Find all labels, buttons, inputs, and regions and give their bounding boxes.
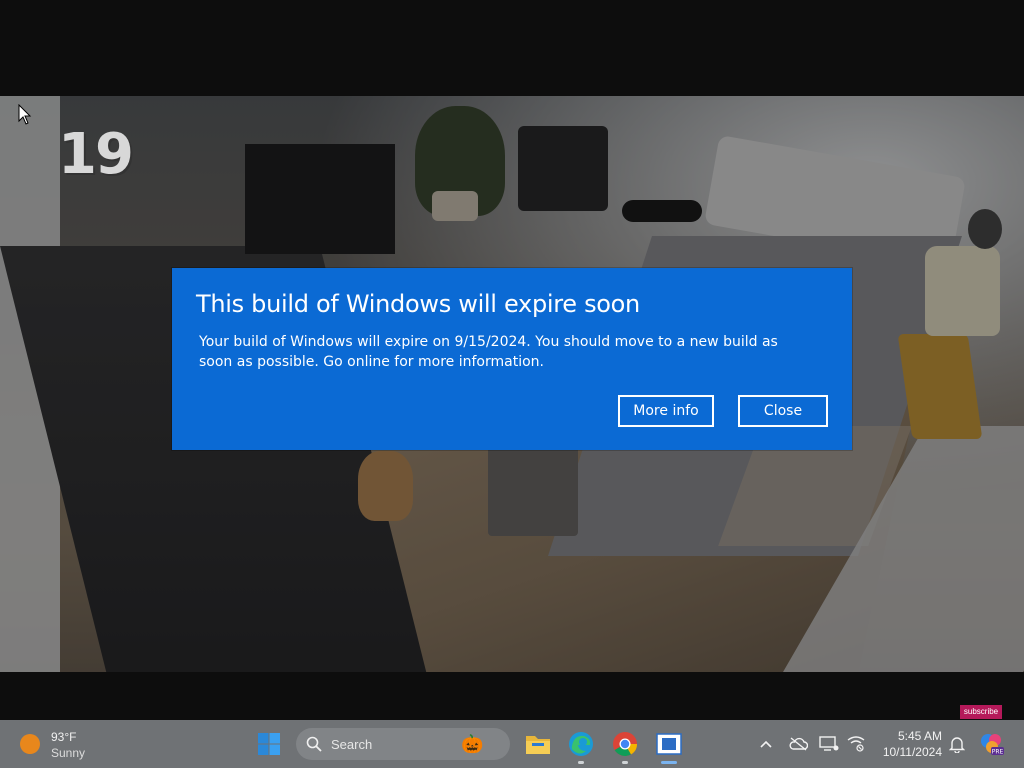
video-timestamp-overlay: 19	[58, 122, 134, 187]
taskbar-search-box[interactable]: Search 🎃	[296, 728, 510, 760]
window-icon	[656, 733, 682, 755]
clock-date: 10/11/2024	[882, 745, 942, 759]
pumpkin-icon: 🎃	[461, 734, 484, 754]
close-button[interactable]: Close	[738, 395, 828, 427]
weather-condition: Sunny	[51, 746, 86, 760]
svg-text:PRE: PRE	[992, 749, 1004, 756]
search-icon	[306, 736, 322, 752]
system-clock[interactable]: 5:45 AM 10/11/2024	[870, 728, 942, 760]
weather-widget[interactable]: 93°F Sunny	[18, 728, 118, 762]
copilot-icon[interactable]: PRE	[978, 733, 1006, 756]
chrome-taskbar-button[interactable]	[611, 730, 639, 764]
network-icon[interactable]	[845, 733, 867, 755]
chrome-icon	[613, 732, 637, 757]
display-icon[interactable]	[818, 733, 840, 755]
search-placeholder: Search	[331, 737, 373, 752]
more-info-button[interactable]: More info	[618, 395, 714, 427]
weather-temperature: 93°F	[51, 730, 77, 744]
notification-bell-icon[interactable]	[946, 733, 968, 755]
dialog-title: This build of Windows will expire soon	[196, 290, 640, 318]
windows-start-icon[interactable]	[257, 732, 281, 756]
clock-time: 5:45 AM	[897, 729, 942, 743]
edge-taskbar-button[interactable]	[567, 730, 595, 764]
taskbar: 93°F Sunny Search 🎃 5:45 AM 10/11/2024 P…	[0, 720, 1024, 768]
subscribe-badge[interactable]: subscribe	[960, 705, 1002, 719]
folder-icon	[526, 736, 550, 754]
active-window-taskbar-button[interactable]	[655, 730, 683, 764]
sun-icon	[20, 734, 40, 754]
mouse-cursor-icon	[18, 104, 32, 125]
build-expiration-dialog: This build of Windows will expire soon Y…	[172, 268, 852, 450]
edge-icon	[569, 732, 593, 756]
dialog-message: Your build of Windows will expire on 9/1…	[199, 334, 778, 370]
file-explorer-taskbar-button[interactable]	[524, 730, 552, 758]
chevron-up-icon[interactable]	[755, 733, 777, 755]
cloud-offline-icon[interactable]	[787, 733, 809, 755]
